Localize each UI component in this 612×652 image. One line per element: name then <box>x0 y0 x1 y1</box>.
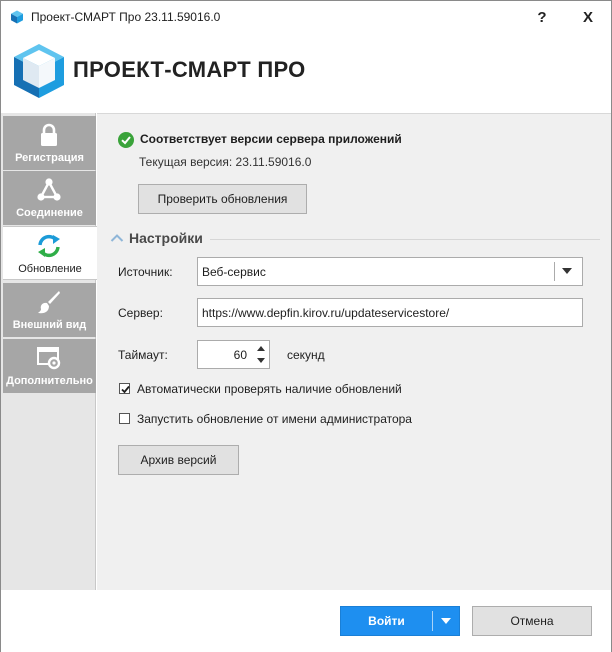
refresh-icon <box>38 234 60 258</box>
brand-logo-icon <box>14 44 64 98</box>
check-updates-button[interactable]: Проверить обновления <box>138 184 307 214</box>
app-cube-icon <box>11 10 23 24</box>
window-gear-icon <box>37 347 61 370</box>
version-archive-button[interactable]: Архив версий <box>118 445 239 475</box>
sidebar-item-appearance[interactable]: Внешний вид <box>3 283 96 337</box>
checkmark-icon <box>121 385 130 394</box>
sidebar-item-label: Соединение <box>16 207 83 219</box>
current-version: Текущая версия: 23.11.59016.0 <box>139 155 312 169</box>
source-select[interactable]: Веб-сервис <box>197 257 583 286</box>
chevron-up-icon[interactable] <box>110 233 124 243</box>
server-input-value: https://www.depfin.kirov.ru/updateservic… <box>202 306 450 320</box>
sidebar-item-update[interactable]: Обновление <box>3 226 97 280</box>
run-as-admin-checkbox[interactable] <box>119 413 130 424</box>
chevron-down-icon[interactable] <box>562 268 572 274</box>
lock-icon <box>41 123 57 146</box>
sidebar-item-label: Обновление <box>18 263 82 275</box>
auto-check-label[interactable]: Автоматически проверять наличие обновлен… <box>137 382 402 396</box>
spin-up-icon[interactable] <box>257 346 265 351</box>
timeout-stepper[interactable]: 60 <box>197 340 270 369</box>
sidebar-item-label: Внешний вид <box>12 319 87 331</box>
timeout-value: 60 <box>233 348 247 362</box>
update-status: Соответствует версии сервера приложений <box>140 132 402 146</box>
spin-down-icon[interactable] <box>257 358 265 363</box>
sidebar-item-advanced[interactable]: Дополнительно <box>3 339 96 393</box>
login-split-button[interactable]: Войти <box>340 606 460 636</box>
footer: Войти Отмена <box>1 590 611 652</box>
login-button[interactable]: Войти <box>341 607 432 635</box>
split-separator <box>432 611 433 631</box>
brand-title: ПРОЕКТ-СМАРТ ПРО <box>73 57 306 82</box>
sidebar: Регистрация Соединение Обновление Внешни… <box>1 113 97 590</box>
title-bar[interactable]: Проект-СМАРТ Про 23.11.59016.0 ? X <box>1 1 611 33</box>
update-panel: Соответствует версии сервера приложений … <box>97 113 611 590</box>
chevron-down-icon[interactable] <box>441 618 451 624</box>
timeout-label: Таймаут: <box>118 348 168 362</box>
help-button[interactable]: ? <box>519 1 565 33</box>
app-header: ПРОЕКТ-СМАРТ ПРО <box>1 33 611 113</box>
settings-title: Настройки <box>129 230 203 246</box>
cancel-button[interactable]: Отмена <box>472 606 592 636</box>
settings-section-header[interactable]: Настройки <box>110 230 600 248</box>
source-label: Источник: <box>118 265 173 279</box>
sidebar-item-registration[interactable]: Регистрация <box>3 116 96 170</box>
sidebar-item-label: Дополнительно <box>6 375 93 387</box>
brush-icon <box>38 291 60 314</box>
source-select-value: Веб-сервис <box>202 265 266 279</box>
auto-check-checkbox[interactable] <box>119 383 130 394</box>
sidebar-item-connection[interactable]: Соединение <box>3 171 96 225</box>
select-separator <box>554 262 555 281</box>
run-as-admin-label[interactable]: Запустить обновление от имени администра… <box>137 412 412 426</box>
check-circle-icon <box>118 132 134 148</box>
section-divider <box>210 239 600 240</box>
settings-window: Проект-СМАРТ Про 23.11.59016.0 ? X ПРОЕК… <box>0 0 612 652</box>
timeout-unit: секунд <box>287 348 325 362</box>
close-button[interactable]: X <box>565 1 611 33</box>
server-input[interactable]: https://www.depfin.kirov.ru/updateservic… <box>197 298 583 327</box>
server-label: Сервер: <box>118 306 163 320</box>
window-title: Проект-СМАРТ Про 23.11.59016.0 <box>31 10 221 24</box>
sidebar-item-label: Регистрация <box>15 152 84 164</box>
network-icon <box>37 178 61 201</box>
